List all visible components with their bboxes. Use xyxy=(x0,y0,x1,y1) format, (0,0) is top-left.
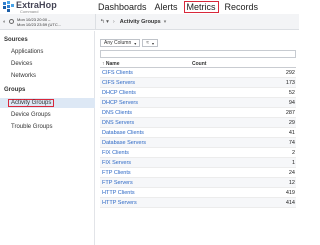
table-row[interactable]: DNS Servers 29 xyxy=(100,118,296,128)
table-row[interactable]: Database Servers 74 xyxy=(100,138,296,148)
table-row[interactable]: DNS Clients 287 xyxy=(100,108,296,118)
table-body: CIFS Clients 292 CIFS Servers 173 DHCP Clien… xyxy=(100,68,296,208)
filter-input[interactable] xyxy=(100,50,296,58)
table-row[interactable]: HTTP Clients 419 xyxy=(100,188,296,198)
row-count: 2 xyxy=(291,150,295,156)
row-name-link[interactable]: FTP Servers xyxy=(102,178,133,188)
breadcrumb-current[interactable]: Activity Groups xyxy=(120,19,161,25)
row-count: 1 xyxy=(291,160,295,166)
groups-heading: Groups xyxy=(4,87,26,93)
column-filter-select[interactable]: Any Column ▾ xyxy=(100,39,141,47)
row-name-link[interactable]: HTTP Clients xyxy=(102,188,135,198)
row-name-link[interactable]: CIFS Servers xyxy=(102,78,135,88)
extrahop-logo[interactable]: ExtraHop Command xyxy=(3,1,57,14)
sidebar: Sources Applications Devices Networks Gr… xyxy=(0,31,95,245)
main-content: Any Column ▾ ≈ ▾ ↑ Name Count CIFS Clien… xyxy=(96,31,299,245)
operator-value: ≈ xyxy=(146,40,149,46)
sidebar-item-applications[interactable]: Applications xyxy=(11,49,43,55)
row-name-link[interactable]: DNS Clients xyxy=(102,108,132,118)
row-count: 29 xyxy=(288,120,295,126)
row-count: 173 xyxy=(285,80,295,86)
row-name-link[interactable]: Database Servers xyxy=(102,138,146,148)
sources-heading: Sources xyxy=(4,37,28,43)
top-header: ExtraHop Command Dashboards Alerts Metri… xyxy=(0,0,299,14)
nav-metrics[interactable]: Metrics xyxy=(183,1,219,13)
row-count: 94 xyxy=(288,100,295,106)
breadcrumb-bar: ↰ ▾ › Activity Groups ▾ xyxy=(95,14,299,30)
nav-alerts[interactable]: Alerts xyxy=(155,2,178,12)
sidebar-toggle-icon[interactable]: ◐ xyxy=(3,19,6,25)
sidebar-item-trouble-groups[interactable]: Trouble Groups xyxy=(11,124,52,130)
row-count: 41 xyxy=(288,130,295,136)
row-name-link[interactable]: FTP Clients xyxy=(102,168,131,178)
row-name-link[interactable]: Database Clients xyxy=(102,128,144,138)
table-row[interactable]: FTP Servers 12 xyxy=(100,178,296,188)
row-count: 24 xyxy=(288,170,295,176)
row-name-link[interactable]: DNS Servers xyxy=(102,118,134,128)
table-row[interactable]: CIFS Clients 292 xyxy=(100,68,296,78)
table-row[interactable]: DHCP Servers 94 xyxy=(100,98,296,108)
chevron-down-icon: ▾ xyxy=(134,40,137,46)
column-filter-value: Any Column xyxy=(104,40,132,46)
row-count: 287 xyxy=(285,110,295,116)
table-row[interactable]: FIX Servers 1 xyxy=(100,158,296,168)
row-count: 292 xyxy=(285,70,295,76)
time-selector[interactable]: ◐ Mon 10/23 20:00 – Mon 10/23 23:59 (UTC… xyxy=(0,14,95,30)
sidebar-item-networks[interactable]: Networks xyxy=(11,73,36,79)
row-count: 74 xyxy=(288,140,295,146)
sidebar-item-device-groups[interactable]: Device Groups xyxy=(11,112,51,118)
sidebar-item-activity-groups[interactable]: Activity Groups xyxy=(0,98,95,108)
back-menu-icon[interactable]: ↰ ▾ xyxy=(100,19,109,25)
breadcrumb-separator-icon: › xyxy=(112,18,115,25)
row-name-link[interactable]: CIFS Clients xyxy=(102,68,133,78)
nav-dashboards[interactable]: Dashboards xyxy=(98,2,147,12)
chevron-down-icon: ▾ xyxy=(152,40,155,46)
row-count: 52 xyxy=(288,90,295,96)
operator-select[interactable]: ≈ ▾ xyxy=(142,39,159,47)
column-header-count[interactable]: Count xyxy=(192,61,206,67)
table-row[interactable]: DHCP Clients 52 xyxy=(100,88,296,98)
column-header-name[interactable]: ↑ Name xyxy=(102,61,120,67)
breadcrumb-caret-icon[interactable]: ▾ xyxy=(164,19,167,25)
table-row[interactable]: HTTP Servers 414 xyxy=(100,198,296,208)
row-count: 12 xyxy=(288,180,295,186)
time-range[interactable]: Mon 10/23 20:00 – Mon 10/23 23:59 (UTC..… xyxy=(17,17,61,27)
table-header: ↑ Name Count xyxy=(100,60,296,68)
row-name-link[interactable]: FIX Clients xyxy=(102,148,129,158)
time-range-end: Mon 10/23 23:59 (UTC... xyxy=(17,21,62,27)
table-row[interactable]: FTP Clients 24 xyxy=(100,168,296,178)
main-nav: Dashboards Alerts Metrics Records xyxy=(98,0,266,14)
table-row[interactable]: CIFS Servers 173 xyxy=(100,78,296,88)
row-name-link[interactable]: FIX Servers xyxy=(102,158,131,168)
sidebar-item-devices[interactable]: Devices xyxy=(11,61,32,67)
table-row[interactable]: FIX Clients 2 xyxy=(100,148,296,158)
row-count: 419 xyxy=(285,190,295,196)
row-count: 414 xyxy=(285,200,295,206)
extrahop-logo-icon xyxy=(3,1,14,12)
nav-records[interactable]: Records xyxy=(225,2,259,12)
table-row[interactable]: Database Clients 41 xyxy=(100,128,296,138)
row-name-link[interactable]: HTTP Servers xyxy=(102,198,137,208)
sidebar-item-activity-groups-label: Activity Groups xyxy=(8,99,55,107)
row-name-link[interactable]: DHCP Servers xyxy=(102,98,138,108)
clock-icon xyxy=(9,19,15,24)
row-name-link[interactable]: DHCP Clients xyxy=(102,88,136,98)
filter-row: Any Column ▾ ≈ ▾ xyxy=(100,39,160,47)
